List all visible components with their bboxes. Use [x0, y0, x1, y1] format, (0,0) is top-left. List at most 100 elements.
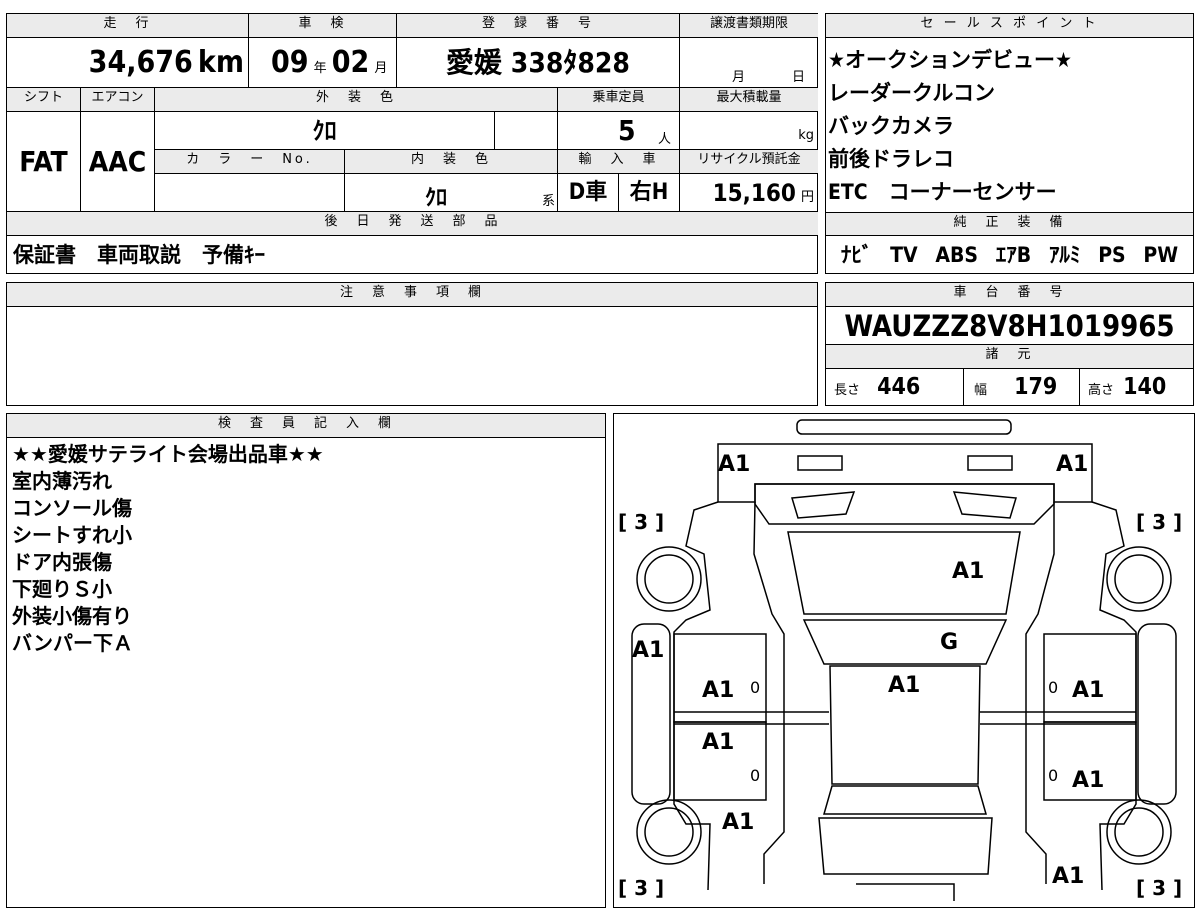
interior-color-header: 内 装 色 [345, 150, 558, 174]
spec-length: 長さ 446 [826, 369, 964, 405]
damage-label: A1 [702, 730, 735, 755]
windshield [802, 619, 1008, 665]
inspection-month-unit: 月 [374, 61, 388, 76]
caution-header: 注 意 事 項 欄 [7, 283, 817, 307]
factory-equipment-list: ﾅﾋﾞ TV ABS ｴｱB ｱﾙﾐ PS PW [826, 236, 1193, 274]
steering-value: 右H [629, 180, 669, 205]
spec-width-label: 幅 [974, 383, 988, 398]
exterior-color-code-cell [495, 112, 558, 150]
mark-zero: 0 [750, 678, 761, 697]
mileage-value: 34,676 [88, 45, 193, 80]
shift-cell: FAT [7, 112, 81, 212]
capacity-unit: 人 [658, 132, 672, 147]
damage-label: G [940, 630, 959, 655]
side-panel-right [1137, 623, 1177, 805]
caution-body [7, 307, 817, 405]
mileage-unit: km [197, 45, 244, 80]
later-parts-cell: 保証書 車両取説 予備ｷｰ [7, 236, 818, 274]
spec-length-label: 長さ [834, 383, 861, 398]
inspection-cell: 09 年 02 月 [249, 38, 397, 88]
spec-height: 高さ 140 [1080, 369, 1193, 405]
interior-color-value: ｸﾛ [425, 186, 448, 211]
inspector-note: 室内薄汚れ [12, 469, 112, 493]
aircon-value: AAC [88, 145, 147, 178]
trunk [818, 817, 993, 875]
inspector-note: コンソール傷 [12, 496, 132, 520]
wheel-front-left-inner [644, 554, 694, 604]
later-parts-header: 後 日 発 送 部 品 [7, 212, 818, 236]
damage-label: A1 [1052, 864, 1085, 889]
tire-grade: [ 3 ] [1136, 510, 1183, 534]
wheel-rear-left-inner [644, 807, 694, 857]
registration-cell: 愛媛 338ﾀ828 [397, 38, 680, 88]
damage-label: A1 [952, 559, 985, 584]
recycle-unit: 円 [800, 190, 814, 205]
steering-cell: 右H [619, 174, 680, 212]
front-bumper-bar [796, 419, 1012, 435]
import-header: 輸 入 車 [558, 150, 680, 174]
factory-equipment-header: 純 正 装 備 [826, 212, 1193, 236]
inspection-year-unit: 年 [313, 61, 327, 76]
sales-point-item: ETC コーナーセンサー [828, 180, 1057, 204]
registration-value: 愛媛 338ﾀ828 [446, 46, 630, 79]
aircon-cell: AAC [81, 112, 155, 212]
wheel-front-left [636, 546, 702, 612]
chassis-cell: WAUZZZ8V8H1019965 [826, 307, 1193, 345]
capacity-header: 乗車定員 [558, 88, 680, 112]
inspector-note: 下廻りＳ小 [12, 577, 112, 601]
grille-right [952, 491, 1017, 519]
damage-label: A1 [632, 638, 665, 663]
transfer-month-unit: 月 [732, 70, 746, 85]
drive-type-value: D車 [568, 180, 608, 205]
mileage-header: 走 行 [7, 14, 249, 38]
recycle-value: 15,160 [712, 179, 796, 207]
hood [787, 531, 1021, 615]
equipment-alloy: ｱﾙﾐ [1048, 243, 1081, 267]
car-diagram-box: A1 A1 A1 G A1 A1 A1 A1 A1 A1 A1 A1 [ 3 ]… [613, 413, 1195, 908]
shift-value: FAT [19, 145, 68, 178]
damage-label: A1 [722, 810, 755, 835]
inspector-note: ★★愛媛サテライト会場出品車★★ [12, 442, 324, 466]
equipment-abs: ABS [935, 243, 979, 267]
headlight-right [967, 455, 1013, 471]
inspector-note: 外装小傷有り [12, 604, 132, 628]
wheel-rear-right-inner [1114, 807, 1164, 857]
equipment-airbag: ｴｱB [995, 243, 1032, 267]
sales-point-item: 前後ドラレコ [828, 147, 954, 171]
transfer-cell: 月 日 [680, 38, 818, 88]
inspector-note: バンパー下Ａ [12, 631, 133, 655]
damage-label: A1 [1072, 678, 1105, 703]
aircon-header: エアコン [81, 88, 155, 112]
inspection-year: 09 [271, 45, 309, 80]
tire-grade: [ 3 ] [618, 510, 665, 534]
caution-box: 注 意 事 項 欄 [6, 282, 818, 406]
front-panel [717, 443, 1093, 503]
rear-window [823, 785, 987, 815]
wheel-front-right [1106, 546, 1172, 612]
damage-label: A1 [888, 673, 921, 698]
inspection-month: 02 [331, 45, 370, 80]
damage-label: A1 [1072, 768, 1105, 793]
sales-points-header: セ ー ル ス ポ イ ン ト [826, 14, 1193, 38]
inspector-note: ドア内張傷 [12, 550, 112, 574]
equipment-tv: TV [890, 243, 918, 267]
spec-height-value: 140 [1123, 374, 1167, 400]
exterior-color-header: 外 装 色 [155, 88, 558, 112]
transfer-header: 譲渡書類期限 [680, 14, 818, 38]
max-load-header: 最大積載量 [680, 88, 818, 112]
recycle-header: リサイクル預託金 [680, 150, 818, 174]
equipment-navi: ﾅﾋﾞ [840, 243, 873, 267]
rear-bumper [856, 883, 955, 901]
spec-height-label: 高さ [1088, 383, 1115, 398]
spec-length-value: 446 [877, 374, 921, 400]
transfer-day-unit: 日 [792, 70, 806, 85]
wheel-front-right-inner [1114, 554, 1164, 604]
sales-point-item: バックカメラ [828, 114, 954, 138]
mark-zero: 0 [1048, 766, 1059, 785]
equipment-ps: PS [1098, 243, 1126, 267]
damage-label: A1 [1056, 452, 1089, 477]
inspector-notes: ★★愛媛サテライト会場出品車★★ 室内薄汚れ コンソール傷 シートすれ小 ドア内… [12, 441, 602, 841]
headlight-left [797, 455, 843, 471]
capacity-value: 5 [618, 114, 636, 147]
damage-label: A1 [718, 452, 751, 477]
